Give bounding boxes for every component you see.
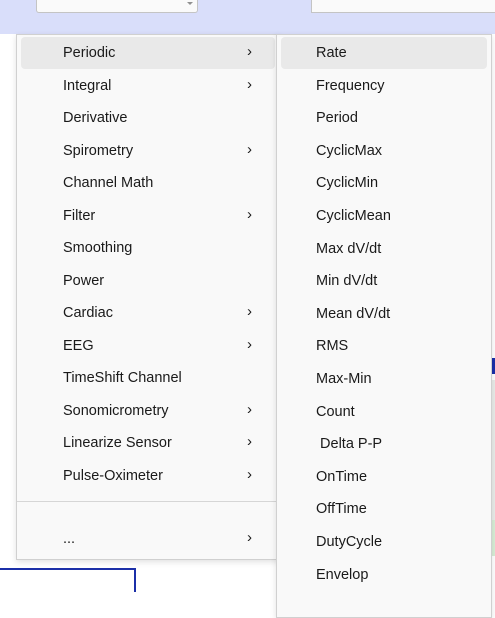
chevron-right-icon: › (247, 335, 252, 353)
menu-item-label: Sonomicrometry (63, 402, 169, 419)
submenu-item-label: Frequency (316, 77, 385, 94)
submenu-item-rate[interactable]: Rate (281, 37, 487, 69)
background-input-field[interactable] (311, 0, 495, 13)
context-menu: Periodic › Integral › Derivative Spirometry › C… (16, 34, 280, 560)
chevron-right-icon: › (247, 43, 252, 60)
submenu-item-max-dv-dt[interactable]: Max dV/dt (281, 233, 487, 265)
menu-item-label: Smoothing (63, 240, 133, 256)
submenu-item-label: CyclicMin (316, 175, 379, 192)
chevron-down-icon (187, 2, 193, 5)
chevron-right-icon: › (247, 400, 252, 418)
submenu-item-label: CyclicMean (316, 208, 391, 224)
submenu-item-rms[interactable]: RMS (281, 330, 487, 362)
chevron-right-icon: › (247, 465, 252, 483)
menu-item-label: Filter (63, 207, 96, 224)
submenu-item-cyclicmean[interactable]: CyclicMean (281, 200, 487, 232)
chevron-right-icon: › (247, 433, 252, 450)
menu-item-cardiac[interactable]: Cardiac › (21, 297, 275, 329)
menu-item-derivative[interactable]: Derivative (21, 102, 275, 134)
menu-item-sonomicrometry[interactable]: Sonomicrometry › (21, 395, 275, 427)
menu-item-label: Pulse-Oximeter (63, 467, 163, 484)
menu-separator (17, 501, 279, 502)
submenu-item-label: Rate (316, 45, 347, 61)
menu-item-linearize-sensor[interactable]: Linearize Sensor › (21, 427, 275, 459)
submenu-item-label: RMS (316, 338, 349, 355)
submenu-item-period[interactable]: Period (281, 102, 487, 134)
submenu-item-min-dv-dt[interactable]: Min dV/dt (281, 265, 487, 297)
submenu-item-label: CyclicMax (316, 142, 383, 159)
menu-item-label: Channel Math (63, 175, 154, 191)
submenu-item-label: Envelop (316, 566, 369, 583)
menu-item-label: Cardiac (63, 305, 113, 321)
submenu-item-label: Count (316, 403, 355, 420)
submenu-item-dutycycle[interactable]: DutyCycle (281, 526, 487, 558)
plot-trace-horizontal (0, 568, 136, 570)
menu-item-smoothing[interactable]: Smoothing (21, 232, 275, 264)
submenu-item-frequency[interactable]: Frequency (281, 70, 487, 102)
submenu-item-cyclicmin[interactable]: CyclicMin (281, 167, 487, 199)
menu-item-power[interactable]: Power (21, 265, 275, 297)
submenu-item-max-min[interactable]: Max-Min (281, 363, 487, 395)
menu-item-label: TimeShift Channel (63, 370, 182, 386)
chevron-right-icon: › (247, 529, 252, 546)
menu-item-channel-math[interactable]: Channel Math (21, 167, 275, 199)
submenu-item-label: OffTime (316, 501, 367, 518)
submenu-item-label: Max-Min (316, 371, 372, 387)
submenu-item-label: Min dV/dt (316, 273, 378, 290)
chevron-right-icon: › (247, 140, 252, 158)
chevron-right-icon: › (247, 205, 252, 223)
menu-item-integral[interactable]: Integral › (21, 70, 275, 102)
menu-item-label: ... (63, 531, 76, 547)
submenu-item-label: Delta P-P (316, 436, 383, 453)
menu-item-label: Integral (63, 77, 112, 94)
submenu-item-label: Max dV/dt (316, 240, 382, 257)
submenu-item-delta-p-p[interactable]: Delta P-P (281, 428, 487, 460)
submenu-item-label: Mean dV/dt (316, 305, 391, 322)
menu-item-label: Periodic (63, 45, 116, 61)
submenu-item-label: OnTime (316, 468, 368, 485)
submenu-item-envelop[interactable]: Envelop (281, 559, 487, 591)
periodic-submenu: Rate Frequency Period CyclicMax CyclicMin Cyc… (276, 34, 492, 618)
menu-item-label: Spirometry (63, 142, 134, 159)
plot-trace-vertical (134, 568, 136, 592)
menu-item-filter[interactable]: Filter › (21, 200, 275, 232)
submenu-item-offtime[interactable]: OffTime (281, 493, 487, 525)
submenu-item-ontime[interactable]: OnTime (281, 461, 487, 493)
background-plot-area (0, 558, 200, 592)
menu-item-label: EEG (63, 337, 94, 354)
menu-item-spirometry[interactable]: Spirometry › (21, 135, 275, 167)
menu-item-more[interactable]: ... › (21, 523, 275, 555)
menu-item-periodic[interactable]: Periodic › (21, 37, 275, 69)
submenu-item-label: Period (316, 110, 358, 127)
chevron-right-icon: › (247, 75, 252, 93)
submenu-item-mean-dv-dt[interactable]: Mean dV/dt (281, 298, 487, 330)
menu-item-eeg[interactable]: EEG › (21, 330, 275, 362)
menu-item-label: Linearize Sensor (63, 435, 172, 451)
chevron-right-icon: › (247, 303, 252, 320)
menu-item-label: Derivative (63, 110, 128, 126)
menu-item-pulse-oximeter[interactable]: Pulse-Oximeter › (21, 460, 275, 492)
menu-item-timeshift-channel[interactable]: TimeShift Channel (21, 362, 275, 394)
submenu-item-count[interactable]: Count (281, 396, 487, 428)
background-dropdown-field[interactable] (36, 0, 198, 13)
submenu-item-cyclicmax[interactable]: CyclicMax (281, 135, 487, 167)
submenu-item-label: DutyCycle (316, 534, 383, 550)
menu-item-label: Power (63, 272, 105, 289)
